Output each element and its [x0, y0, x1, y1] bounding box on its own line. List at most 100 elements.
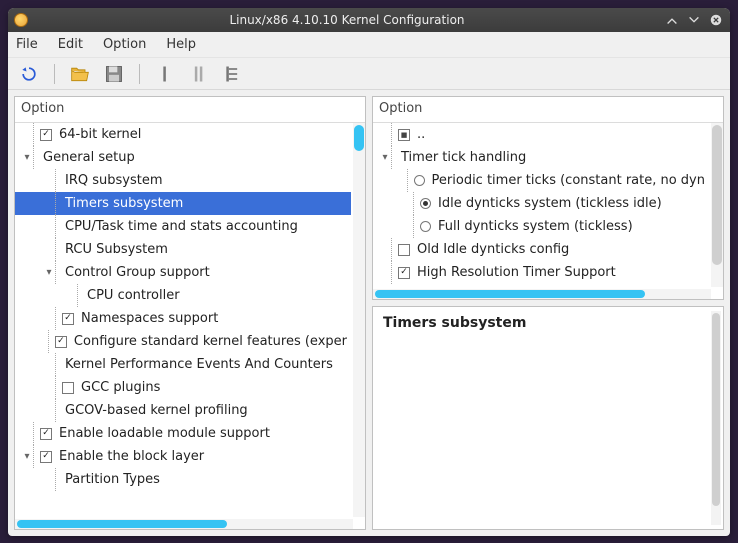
- tree-row[interactable]: 64-bit kernel: [15, 123, 351, 146]
- checkbox-icon[interactable]: [62, 382, 74, 394]
- tree-item-label: Timer tick handling: [400, 150, 526, 165]
- checkbox-icon[interactable]: [398, 244, 410, 256]
- tree-row[interactable]: Partition Types: [15, 468, 351, 491]
- tree-guide: [33, 123, 34, 146]
- tree-row[interactable]: Namespaces support: [15, 307, 351, 330]
- tree-row[interactable]: GCC plugins: [15, 376, 351, 399]
- left-vscrollbar[interactable]: [353, 123, 365, 517]
- tree-row[interactable]: RCU Subsystem: [15, 238, 351, 261]
- undo-button[interactable]: [18, 63, 40, 85]
- tree-row[interactable]: CPU controller: [15, 284, 351, 307]
- tree-row[interactable]: Old Idle dynticks config: [373, 238, 709, 261]
- tree-item-label: Old Idle dynticks config: [416, 242, 569, 257]
- tree-row[interactable]: Kernel Performance Events And Counters: [15, 353, 351, 376]
- tree-row[interactable]: ▾ Timer tick handling: [373, 146, 709, 169]
- tree-item-label: GCC plugins: [80, 380, 160, 395]
- radio-icon[interactable]: [414, 175, 425, 186]
- app-window: Linux/x86 4.10.10 Kernel Configuration F…: [8, 8, 730, 536]
- split-view-button[interactable]: [188, 63, 210, 85]
- menu-option[interactable]: Option: [103, 37, 146, 52]
- tree-row[interactable]: Full dynticks system (tickless): [373, 215, 709, 238]
- radio-icon[interactable]: [420, 198, 431, 209]
- tree-item-label: CPU controller: [86, 288, 180, 303]
- tree-guide: [55, 192, 56, 215]
- tree-item-label: General setup: [42, 150, 135, 165]
- tree-guide: [55, 353, 56, 376]
- tree-row[interactable]: GCOV-based kernel profiling: [15, 399, 351, 422]
- tree-guide: [55, 376, 56, 399]
- left-tree-wrap: 64-bit kernel ▾ General setup IRQ subsystem…: [15, 123, 365, 529]
- checkbox-icon[interactable]: [55, 336, 67, 348]
- tree-guide: [55, 468, 56, 491]
- tree-row[interactable]: IRQ subsystem: [15, 169, 351, 192]
- open-button[interactable]: [69, 63, 91, 85]
- window-title: Linux/x86 4.10.10 Kernel Configuration: [36, 13, 658, 27]
- right-hscrollbar[interactable]: [373, 289, 711, 299]
- close-button[interactable]: [708, 12, 724, 28]
- right-pane: Option .. ▾ Timer tick handling Periodic ti…: [372, 96, 724, 300]
- left-hscrollbar[interactable]: [15, 519, 353, 529]
- tree-row[interactable]: ▾Control Group support: [15, 261, 351, 284]
- checkbox-icon[interactable]: [40, 451, 52, 463]
- tree-guide: [48, 330, 49, 353]
- tree-item-label: Enable loadable module support: [58, 426, 270, 441]
- tree-item-label: GCOV-based kernel profiling: [64, 403, 248, 418]
- save-button[interactable]: [103, 63, 125, 85]
- tree-item-label: Kernel Performance Events And Counters: [64, 357, 333, 372]
- tree-guide: [391, 146, 392, 169]
- tree-row[interactable]: Configure standard kernel features (expe…: [15, 330, 351, 353]
- menubar: File Edit Option Help: [8, 32, 730, 58]
- tree-item-label: Partition Types: [64, 472, 160, 487]
- menu-help[interactable]: Help: [166, 37, 196, 52]
- tree-row[interactable]: Enable loadable module support: [15, 422, 351, 445]
- tree-guide: [33, 146, 34, 169]
- tree-item-label: High Resolution Timer Support: [416, 265, 616, 280]
- tree-guide: [55, 261, 56, 284]
- tree-guide: [413, 192, 414, 215]
- radio-icon[interactable]: [420, 221, 431, 232]
- checkbox-icon[interactable]: [40, 129, 52, 141]
- left-pane: Option 64-bit kernel ▾ General setup IRQ su…: [14, 96, 366, 530]
- collapse-icon[interactable]: ▾: [21, 152, 33, 163]
- info-vscrollbar[interactable]: [711, 311, 721, 525]
- checkbox-icon[interactable]: [398, 267, 410, 279]
- tree-row[interactable]: Idle dynticks system (tickless idle): [373, 192, 709, 215]
- checkbox-icon[interactable]: [62, 313, 74, 325]
- tree-item-label: 64-bit kernel: [58, 127, 141, 142]
- menu-edit[interactable]: Edit: [58, 37, 83, 52]
- toolbar: [8, 58, 730, 90]
- tree-guide: [391, 261, 392, 284]
- tree-item-label: IRQ subsystem: [64, 173, 163, 188]
- collapse-icon[interactable]: ▾: [43, 267, 55, 278]
- info-title: Timers subsystem: [383, 315, 713, 331]
- right-tree-wrap: .. ▾ Timer tick handling Periodic timer tic…: [373, 123, 723, 299]
- tree-item-label: CPU/Task time and stats accounting: [64, 219, 298, 234]
- left-pane-header[interactable]: Option: [15, 97, 365, 123]
- left-tree[interactable]: 64-bit kernel ▾ General setup IRQ subsystem…: [15, 123, 351, 517]
- tree-guide: [55, 399, 56, 422]
- tree-row[interactable]: Timers subsystem: [15, 192, 351, 215]
- tree-row[interactable]: High Resolution Timer Support: [373, 261, 709, 284]
- tree-row[interactable]: ▾Enable the block layer: [15, 445, 351, 468]
- single-view-button[interactable]: [154, 63, 176, 85]
- tree-item-label: Timers subsystem: [64, 196, 183, 211]
- menu-file[interactable]: File: [16, 37, 38, 52]
- tree-row[interactable]: CPU/Task time and stats accounting: [15, 215, 351, 238]
- tree-guide: [55, 238, 56, 261]
- tree-row[interactable]: ▾ General setup: [15, 146, 351, 169]
- right-vscrollbar[interactable]: [711, 123, 723, 287]
- tree-row[interactable]: Periodic timer ticks (constant rate, no …: [373, 169, 709, 192]
- tree-view-button[interactable]: [222, 63, 244, 85]
- right-pane-header[interactable]: Option: [373, 97, 723, 123]
- tree-row[interactable]: ..: [373, 123, 709, 146]
- titlebar[interactable]: Linux/x86 4.10.10 Kernel Configuration: [8, 8, 730, 32]
- collapse-icon[interactable]: ▾: [379, 152, 391, 163]
- minimize-button[interactable]: [664, 12, 680, 28]
- right-tree[interactable]: .. ▾ Timer tick handling Periodic timer tic…: [373, 123, 709, 287]
- tree-guide: [55, 307, 56, 330]
- tree-item-label: RCU Subsystem: [64, 242, 168, 257]
- maximize-button[interactable]: [686, 12, 702, 28]
- checkbox-icon[interactable]: [40, 428, 52, 440]
- checkbox-icon[interactable]: [398, 129, 410, 141]
- collapse-icon[interactable]: ▾: [21, 451, 33, 462]
